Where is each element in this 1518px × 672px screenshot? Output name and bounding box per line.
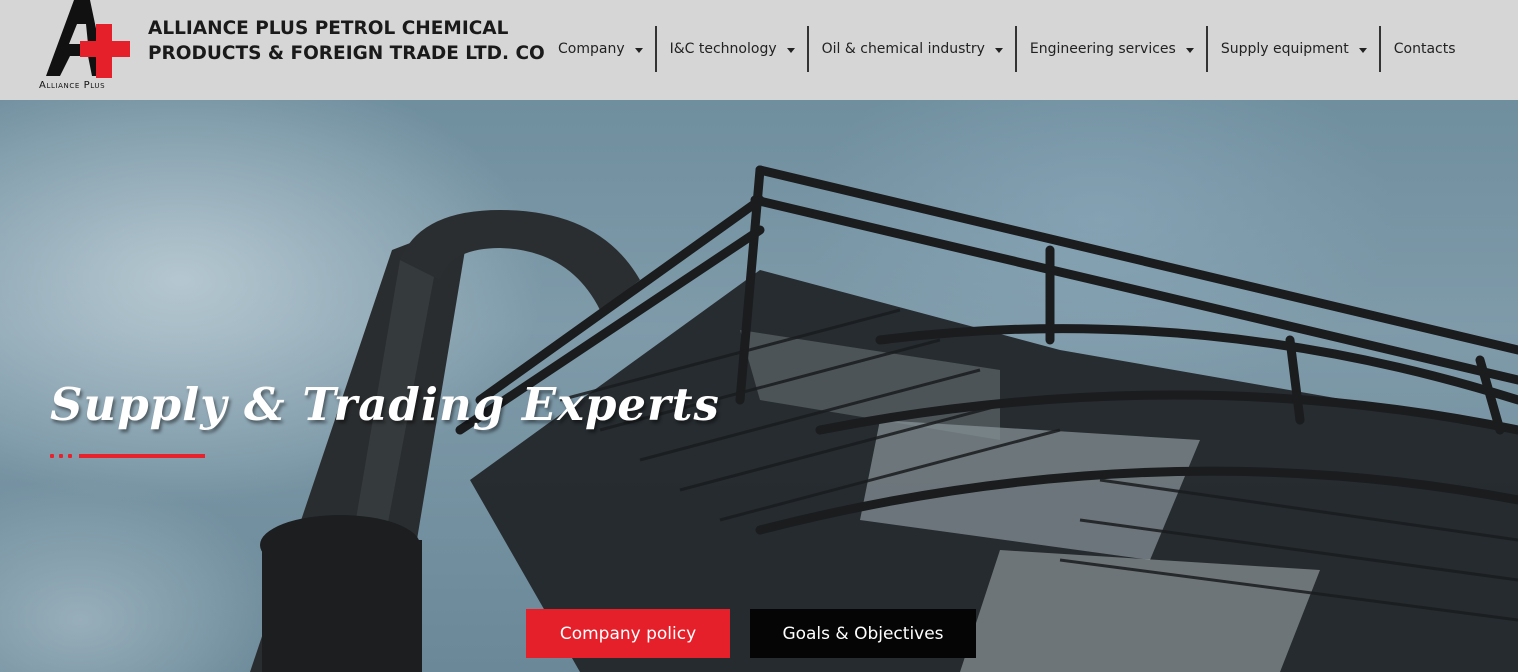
nav-item-oil-chemical-industry[interactable]: Oil & chemical industry bbox=[809, 26, 1015, 72]
company-name-line-1: ALLIANCE PLUS PETROL CHEMICAL bbox=[148, 18, 509, 39]
nav-item-label: Engineering services bbox=[1029, 41, 1176, 57]
caret-down-icon bbox=[1185, 47, 1194, 53]
company-name: ALLIANCE PLUS PETROL CHEMICAL PRODUCTS &… bbox=[148, 16, 545, 66]
nav-item-label: Supply equipment bbox=[1220, 41, 1349, 57]
nav-item-label: Contacts bbox=[1393, 41, 1456, 57]
hero-title: Supply & Trading Experts bbox=[50, 378, 720, 431]
site-header: Alliance Plus ALLIANCE PLUS PETROL CHEMI… bbox=[0, 0, 1518, 100]
goals-objectives-button[interactable]: Goals & Objectives bbox=[750, 609, 976, 658]
nav-item-contacts[interactable]: Contacts bbox=[1381, 26, 1468, 72]
nav-item-ic-technology[interactable]: I&C technology bbox=[657, 26, 807, 72]
nav-item-supply-equipment[interactable]: Supply equipment bbox=[1208, 26, 1379, 72]
underline-dot bbox=[68, 454, 72, 458]
caret-down-icon bbox=[786, 47, 795, 53]
nav-item-label: I&C technology bbox=[669, 41, 777, 57]
hero-banner: Supply & Trading Experts Company policy … bbox=[0, 100, 1518, 672]
alliance-plus-logo[interactable]: Alliance Plus bbox=[38, 0, 142, 96]
caret-down-icon bbox=[1358, 47, 1367, 53]
main-nav: Company I&C technology Oil & chemical in… bbox=[545, 26, 1468, 72]
nav-item-label: Oil & chemical industry bbox=[821, 41, 985, 57]
logo-caption: Alliance Plus bbox=[39, 80, 106, 91]
nav-item-engineering-services[interactable]: Engineering services bbox=[1017, 26, 1206, 72]
underline-bar bbox=[79, 454, 205, 458]
nav-item-company[interactable]: Company bbox=[545, 26, 655, 72]
underline-dot bbox=[59, 454, 63, 458]
company-policy-button[interactable]: Company policy bbox=[526, 609, 730, 658]
nav-item-label: Company bbox=[558, 41, 625, 57]
caret-down-icon bbox=[994, 47, 1003, 53]
title-underline bbox=[50, 454, 205, 458]
underline-dot bbox=[50, 454, 54, 458]
company-name-line-2: PRODUCTS & FOREIGN TRADE LTD. CO bbox=[148, 43, 545, 64]
caret-down-icon bbox=[634, 47, 643, 53]
